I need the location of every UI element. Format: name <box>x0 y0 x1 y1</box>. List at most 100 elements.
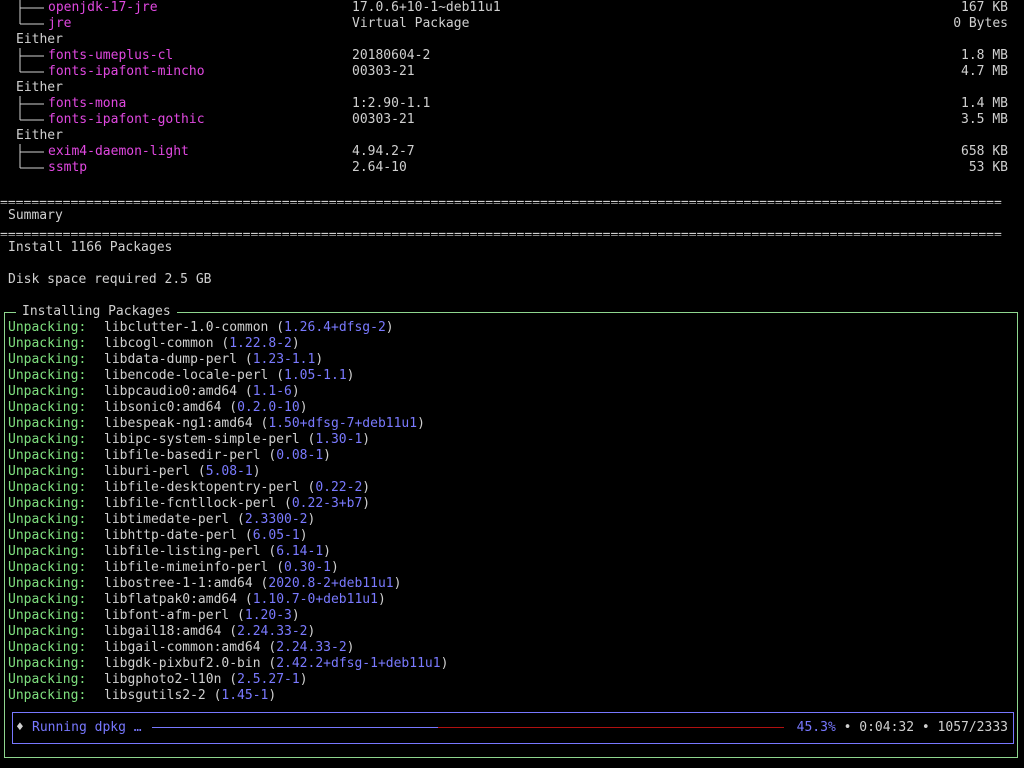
either-group-label: Either <box>0 32 1024 48</box>
log-status: Unpacking: <box>8 640 87 655</box>
log-status: Unpacking: <box>8 336 87 351</box>
package-version: 20180604-2 <box>352 48 431 63</box>
package-size: 0 Bytes <box>953 16 1008 31</box>
log-status: Unpacking: <box>8 512 87 527</box>
progress-label: Running dpkg … <box>32 720 142 735</box>
log-package-name: libhttp-date-perl <box>104 528 238 543</box>
log-package-name: libpcaudio0:amd64 <box>104 384 238 399</box>
log-package-version: 0.30-1 <box>284 560 331 575</box>
package-name: openjdk-17-jre <box>48 0 158 15</box>
log-package-name: libsonic0:amd64 <box>104 400 222 415</box>
package-version: Virtual Package <box>352 16 470 31</box>
log-row: Unpacking: libsgutils2-2 (1.45-1) <box>8 688 277 703</box>
log-package-version: 5.08-1 <box>205 464 253 479</box>
dependency-row: jre Virtual Package 0 Bytes <box>0 16 1024 32</box>
tree-connector <box>19 48 44 64</box>
tree-connector <box>19 160 44 169</box>
log-status: Unpacking: <box>8 592 87 607</box>
log-package-version: 0.2.0-10 <box>237 400 300 415</box>
log-row: Unpacking: libclutter-1.0-common (1.26.4+… <box>8 320 394 335</box>
package-name: fonts-mona <box>48 96 127 111</box>
separator-top: ========================================… <box>0 196 1002 204</box>
tree-connector <box>19 64 44 73</box>
log-row: Unpacking: libfile-mimeinfo-perl (0.30-1) <box>8 560 339 575</box>
log-package-version: 1.05-1.1 <box>284 368 347 383</box>
log-package-name: libfile-basedir-perl <box>104 448 261 463</box>
package-name: jre <box>48 16 72 31</box>
log-package-name: libfile-listing-perl <box>104 544 261 559</box>
package-version: 2.64-10 <box>352 160 407 175</box>
package-version: 00303-21 <box>352 64 415 79</box>
either-label: Either <box>16 32 63 47</box>
log-status: Unpacking: <box>8 384 87 399</box>
log-row: Unpacking: libfile-fcntllock-perl (0.22-3… <box>8 496 371 511</box>
tree-connector <box>19 144 44 160</box>
summary-heading: Summary <box>8 208 63 223</box>
log-package-name: libgail-common:amd64 <box>104 640 261 655</box>
log-package-version: 1.10.7-0+deb11u1 <box>252 592 378 607</box>
log-package-version: 0.22-2 <box>315 480 363 495</box>
log-row: Unpacking: libespeak-ng1:amd64 (1.50+dfsg… <box>8 416 425 431</box>
dependency-row: fonts-ipafont-mincho 00303-21 4.7 MB <box>0 64 1024 80</box>
package-size: 53 KB <box>968 160 1008 175</box>
log-package-name: libclutter-1.0-common <box>104 320 269 335</box>
log-row: Unpacking: libipc-system-simple-perl (1.3… <box>8 432 371 447</box>
package-size: 167 KB <box>961 0 1008 15</box>
log-row: Unpacking: libtimedate-perl (2.3300-2) <box>8 512 316 527</box>
log-package-version: 1.20-3 <box>244 608 292 623</box>
log-package-name: libipc-system-simple-perl <box>104 432 300 447</box>
log-package-name: libgphoto2-l10n <box>104 672 222 687</box>
log-package-version: 1.26.4+dfsg-2 <box>284 320 386 335</box>
tree-connector <box>19 16 44 25</box>
tree-connector <box>19 0 44 16</box>
dependency-row: fonts-mona 1:2.90-1.1 1.4 MB <box>0 96 1024 112</box>
log-package-name: libgail18:amd64 <box>104 624 222 639</box>
log-status: Unpacking: <box>8 528 87 543</box>
progress-bar <box>152 727 784 728</box>
package-name: exim4-daemon-light <box>48 144 189 159</box>
log-status: Unpacking: <box>8 624 87 639</box>
dependency-row: openjdk-17-jre 17.0.6+10-1~deb11u1 167 KB <box>0 0 1024 16</box>
log-row: Unpacking: libgdk-pixbuf2.0-bin (2.42.2+d… <box>8 656 449 671</box>
log-package-name: libespeak-ng1:amd64 <box>104 416 253 431</box>
package-version: 4.94.2-7 <box>352 144 415 159</box>
installing-packages-title: Installing Packages <box>16 304 177 320</box>
log-package-version: 2020.8-2+deb11u1 <box>268 576 394 591</box>
log-row: Unpacking: libfont-afm-perl (1.20-3) <box>8 608 300 623</box>
package-size: 658 KB <box>961 144 1008 159</box>
bullet-separator: • <box>843 720 852 735</box>
tree-connector <box>19 112 44 121</box>
log-package-version: 2.24.33-2 <box>276 640 347 655</box>
dependency-row: ssmtp 2.64-10 53 KB <box>0 160 1024 176</box>
progress-stats: 45.3% • 0:04:32 • 1057/2333 <box>797 720 1008 736</box>
log-row: Unpacking: libsonic0:amd64 (0.2.0-10) <box>8 400 308 415</box>
log-package-name: libtimedate-perl <box>104 512 230 527</box>
log-status: Unpacking: <box>8 608 87 623</box>
tree-connector <box>19 96 44 112</box>
log-row: Unpacking: libostree-1-1:amd64 (2020.8-2+… <box>8 576 402 591</box>
log-package-name: libsgutils2-2 <box>104 688 206 703</box>
log-row: Unpacking: libfile-basedir-perl (0.08-1) <box>8 448 331 463</box>
log-package-name: libencode-locale-perl <box>104 368 269 383</box>
package-name: ssmtp <box>48 160 88 175</box>
log-status: Unpacking: <box>8 656 87 671</box>
package-size: 1.4 MB <box>961 96 1008 111</box>
package-name: fonts-ipafont-gothic <box>48 112 205 127</box>
either-label: Either <box>16 80 63 95</box>
log-row: Unpacking: libcogl-common (1.22.8-2) <box>8 336 300 351</box>
separator-bottom: ========================================… <box>0 228 1002 236</box>
log-package-name: libcogl-common <box>104 336 214 351</box>
log-status: Unpacking: <box>8 480 87 495</box>
log-package-name: libfile-fcntllock-perl <box>104 496 277 511</box>
progress-bar-fill <box>152 727 439 728</box>
log-package-version: 1.1-6 <box>252 384 292 399</box>
log-package-version: 0.08-1 <box>276 448 324 463</box>
log-status: Unpacking: <box>8 368 87 383</box>
progress-percent: 45.3% <box>796 720 836 735</box>
log-package-version: 2.5.27-1 <box>237 672 300 687</box>
log-status: Unpacking: <box>8 416 87 431</box>
package-name: fonts-umeplus-cl <box>48 48 174 63</box>
log-package-version: 1.50+dfsg-7+deb11u1 <box>268 416 418 431</box>
package-version: 17.0.6+10-1~deb11u1 <box>352 0 501 15</box>
dependency-row: fonts-umeplus-cl 20180604-2 1.8 MB <box>0 48 1024 64</box>
